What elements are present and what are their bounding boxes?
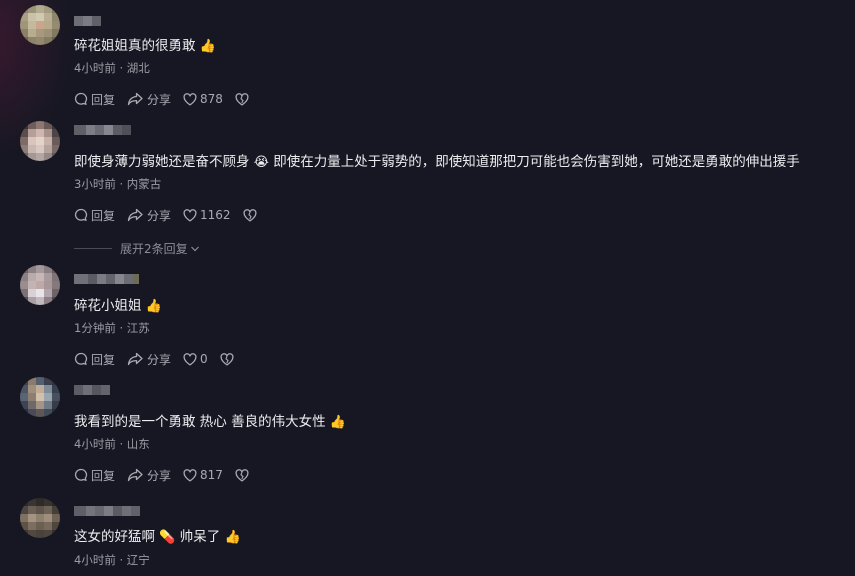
share-arrow-icon bbox=[127, 208, 143, 222]
heart-icon bbox=[183, 208, 197, 221]
share-arrow-icon bbox=[127, 92, 143, 106]
share-label: 分享 bbox=[147, 92, 172, 107]
reply-label: 回复 bbox=[91, 208, 116, 223]
comment-meta: 4小时前 · 辽宁 bbox=[74, 553, 150, 567]
comment-text: 碎花小姐姐 👍 bbox=[74, 298, 162, 314]
broken-heart-icon bbox=[220, 352, 234, 365]
like-count: 878 bbox=[200, 92, 223, 106]
divider bbox=[74, 248, 112, 249]
heart-icon bbox=[183, 352, 197, 365]
like-count: 0 bbox=[200, 352, 208, 366]
thumbs-up-icon: 👍 bbox=[145, 299, 162, 314]
like-button[interactable]: 878 bbox=[183, 92, 223, 106]
reply-label: 回复 bbox=[91, 352, 116, 367]
comment-text: 碎花姐姐真的很勇敢 👍 bbox=[74, 38, 216, 54]
comment-bubble-icon bbox=[74, 352, 88, 365]
comment-actions: 回复 分享 1162 bbox=[74, 207, 272, 223]
comment-meta: 4小时前 · 山东 bbox=[74, 437, 150, 451]
share-arrow-icon bbox=[127, 352, 143, 366]
broken-heart-icon bbox=[243, 208, 257, 221]
username-blurred[interactable] bbox=[74, 125, 131, 135]
share-button[interactable]: 分享 bbox=[127, 351, 171, 368]
like-button[interactable]: 1162 bbox=[183, 208, 231, 222]
broken-heart-icon bbox=[235, 92, 249, 105]
dislike-button[interactable] bbox=[235, 92, 252, 106]
share-button[interactable]: 分享 bbox=[127, 207, 171, 224]
avatar[interactable] bbox=[20, 498, 60, 538]
comment-text: 即使身薄力弱她还是奋不顾身 😭 即使在力量上处于弱势的，即使知道那把刀可能也会伤… bbox=[74, 154, 800, 170]
comment-actions: 回复 分享 878 bbox=[74, 91, 264, 107]
like-count: 1162 bbox=[200, 208, 231, 222]
comment-bubble-icon bbox=[74, 92, 88, 105]
reply-button[interactable]: 回复 bbox=[74, 467, 115, 484]
like-count: 817 bbox=[200, 468, 223, 482]
avatar[interactable] bbox=[20, 377, 60, 417]
reply-button[interactable]: 回复 bbox=[74, 351, 115, 368]
username-blurred[interactable] bbox=[74, 385, 110, 395]
chevron-down-icon bbox=[190, 246, 199, 251]
reply-button[interactable]: 回复 bbox=[74, 91, 115, 108]
reply-label: 回复 bbox=[91, 468, 116, 483]
dislike-button[interactable] bbox=[243, 208, 260, 222]
expand-replies-button[interactable]: 展开2条回复 bbox=[74, 240, 200, 257]
dislike-button[interactable] bbox=[235, 468, 252, 482]
share-button[interactable]: 分享 bbox=[127, 91, 171, 108]
comment-list: 碎花姐姐真的很勇敢 👍 4小时前 · 湖北 回复 分享 878 即使身薄力弱她还… bbox=[0, 0, 855, 576]
share-label: 分享 bbox=[147, 208, 172, 223]
expand-replies-label: 展开2条回复 bbox=[120, 242, 188, 256]
comment-meta: 3小时前 · 内蒙古 bbox=[74, 177, 162, 191]
comment-bubble-icon bbox=[74, 468, 88, 481]
crying-face-icon: 😭 bbox=[253, 155, 269, 170]
broken-heart-icon bbox=[235, 468, 249, 481]
thumbs-up-icon: 👍 bbox=[224, 530, 241, 545]
comment-actions: 回复 分享 0 bbox=[74, 351, 249, 367]
like-button[interactable]: 0 bbox=[183, 352, 208, 366]
username-blurred[interactable] bbox=[74, 16, 101, 26]
dislike-button[interactable] bbox=[220, 352, 237, 366]
comment-bubble-icon bbox=[74, 208, 88, 221]
avatar[interactable] bbox=[20, 5, 60, 45]
share-label: 分享 bbox=[147, 468, 172, 483]
heart-icon bbox=[183, 92, 197, 105]
reply-button[interactable]: 回复 bbox=[74, 207, 115, 224]
avatar[interactable] bbox=[20, 121, 60, 161]
comment-meta: 4小时前 · 湖北 bbox=[74, 61, 150, 75]
comment-text: 这女的好猛啊 💊 帅呆了 👍 bbox=[74, 529, 241, 545]
comment-actions: 回复 分享 817 bbox=[74, 467, 264, 483]
username-blurred[interactable] bbox=[74, 506, 140, 516]
comment-text: 我看到的是一个勇敢 热心 善良的伟大女性 👍 bbox=[74, 414, 347, 430]
thumbs-up-icon: 👍 bbox=[199, 39, 216, 54]
share-label: 分享 bbox=[147, 352, 172, 367]
share-arrow-icon bbox=[127, 468, 143, 482]
comment-meta: 1分钟前 · 江苏 bbox=[74, 321, 150, 335]
reply-label: 回复 bbox=[91, 92, 116, 107]
share-button[interactable]: 分享 bbox=[127, 467, 171, 484]
heart-icon bbox=[183, 468, 197, 481]
thumbs-up-icon: 👍 bbox=[329, 415, 347, 430]
avatar[interactable] bbox=[20, 265, 60, 305]
pill-icon: 💊 bbox=[159, 530, 176, 545]
username-blurred[interactable] bbox=[74, 274, 139, 284]
like-button[interactable]: 817 bbox=[183, 468, 223, 482]
